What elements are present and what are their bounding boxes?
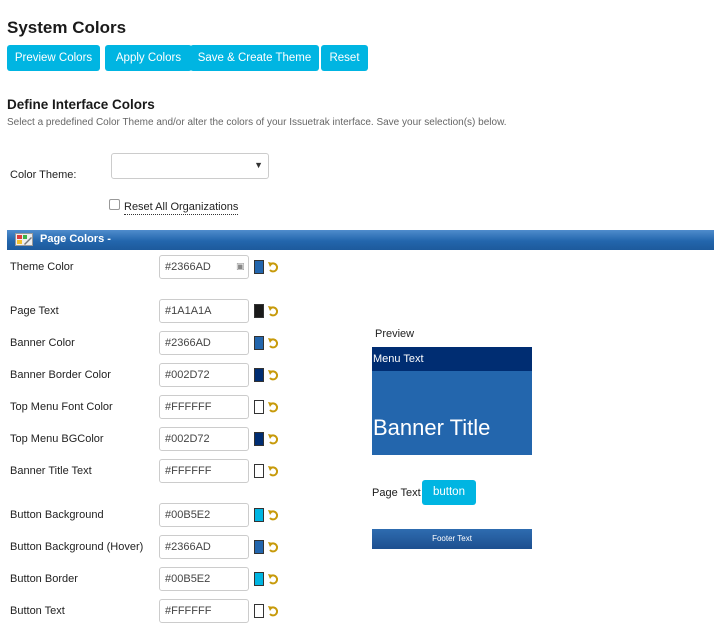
preview-banner: Banner Title: [372, 371, 532, 455]
top-menu-bgcolor-label: Top Menu BGColor: [10, 433, 104, 445]
undo-icon[interactable]: [267, 465, 280, 478]
banner-border-color-label: Banner Border Color: [10, 369, 111, 381]
undo-icon[interactable]: [267, 337, 280, 350]
banner-color-swatch[interactable]: [254, 336, 264, 350]
page-text-label: Page Text: [10, 305, 59, 317]
section-description: Select a predefined Color Theme and/or a…: [7, 117, 507, 128]
undo-icon[interactable]: [267, 541, 280, 554]
undo-icon[interactable]: [267, 261, 280, 274]
banner-color-input[interactable]: [159, 331, 249, 355]
color-theme-label: Color Theme:: [10, 169, 77, 181]
preview-button: button: [422, 480, 476, 505]
chevron-down-icon: ▼: [254, 160, 263, 170]
preview-banner-title: Banner Title: [373, 415, 491, 440]
preview-colors-button[interactable]: Preview Colors: [7, 45, 100, 71]
reset-all-organizations-checkbox[interactable]: [109, 199, 120, 210]
page-text-input[interactable]: [159, 299, 249, 323]
button-border-swatch[interactable]: [254, 572, 264, 586]
banner-title-text-input[interactable]: [159, 459, 249, 483]
page-text-swatch[interactable]: [254, 304, 264, 318]
page-title: System Colors: [7, 18, 127, 37]
button-border-label: Button Border: [10, 573, 78, 585]
undo-icon[interactable]: [267, 401, 280, 414]
preview-menu: Menu Text: [372, 347, 532, 371]
page-colors-header-text: Page Colors -: [40, 233, 111, 245]
button-border-input[interactable]: [159, 567, 249, 591]
undo-icon[interactable]: [267, 433, 280, 446]
theme-color-swatch[interactable]: [254, 260, 264, 274]
button-background-hover-swatch[interactable]: [254, 540, 264, 554]
button-background-swatch[interactable]: [254, 508, 264, 522]
undo-icon[interactable]: [267, 605, 280, 618]
reset-button[interactable]: Reset: [321, 45, 368, 71]
button-background-input[interactable]: [159, 503, 249, 527]
preview-page-text: Page Text: [372, 487, 421, 499]
banner-border-color-swatch[interactable]: [254, 368, 264, 382]
button-text-swatch[interactable]: [254, 604, 264, 618]
contact-card-icon: ▣: [236, 261, 245, 271]
banner-title-text-swatch[interactable]: [254, 464, 264, 478]
theme-color-label: Theme Color: [10, 261, 74, 273]
reset-all-organizations-label[interactable]: Reset All Organizations: [124, 201, 239, 215]
button-background-hover-input[interactable]: [159, 535, 249, 559]
button-text-input[interactable]: [159, 599, 249, 623]
banner-color-label: Banner Color: [10, 337, 75, 349]
undo-icon[interactable]: [267, 305, 280, 318]
palette-icon: [15, 233, 33, 246]
preview-menu-text: Menu Text: [373, 353, 424, 365]
top-menu-font-color-input[interactable]: [159, 395, 249, 419]
top-menu-font-color-swatch[interactable]: [254, 400, 264, 414]
page-colors-header[interactable]: Page Colors -: [7, 230, 714, 250]
banner-border-color-input[interactable]: [159, 363, 249, 387]
button-background-hover-label: Button Background (Hover): [10, 541, 144, 553]
undo-icon[interactable]: [267, 573, 280, 586]
top-menu-bgcolor-swatch[interactable]: [254, 432, 264, 446]
apply-colors-button[interactable]: Apply Colors: [105, 45, 192, 71]
color-theme-select[interactable]: ▼: [111, 153, 269, 179]
button-text-label: Button Text: [10, 605, 65, 617]
preview-footer: Footer Text: [372, 529, 532, 549]
button-background-label: Button Background: [10, 509, 104, 521]
top-menu-font-color-label: Top Menu Font Color: [10, 401, 113, 413]
undo-icon[interactable]: [267, 509, 280, 522]
section-title: Define Interface Colors: [7, 97, 155, 112]
undo-icon[interactable]: [267, 369, 280, 382]
preview-label: Preview: [375, 328, 415, 340]
banner-title-text-label: Banner Title Text: [10, 465, 92, 477]
save-create-theme-button[interactable]: Save & Create Theme: [190, 45, 319, 71]
top-menu-bgcolor-input[interactable]: [159, 427, 249, 451]
